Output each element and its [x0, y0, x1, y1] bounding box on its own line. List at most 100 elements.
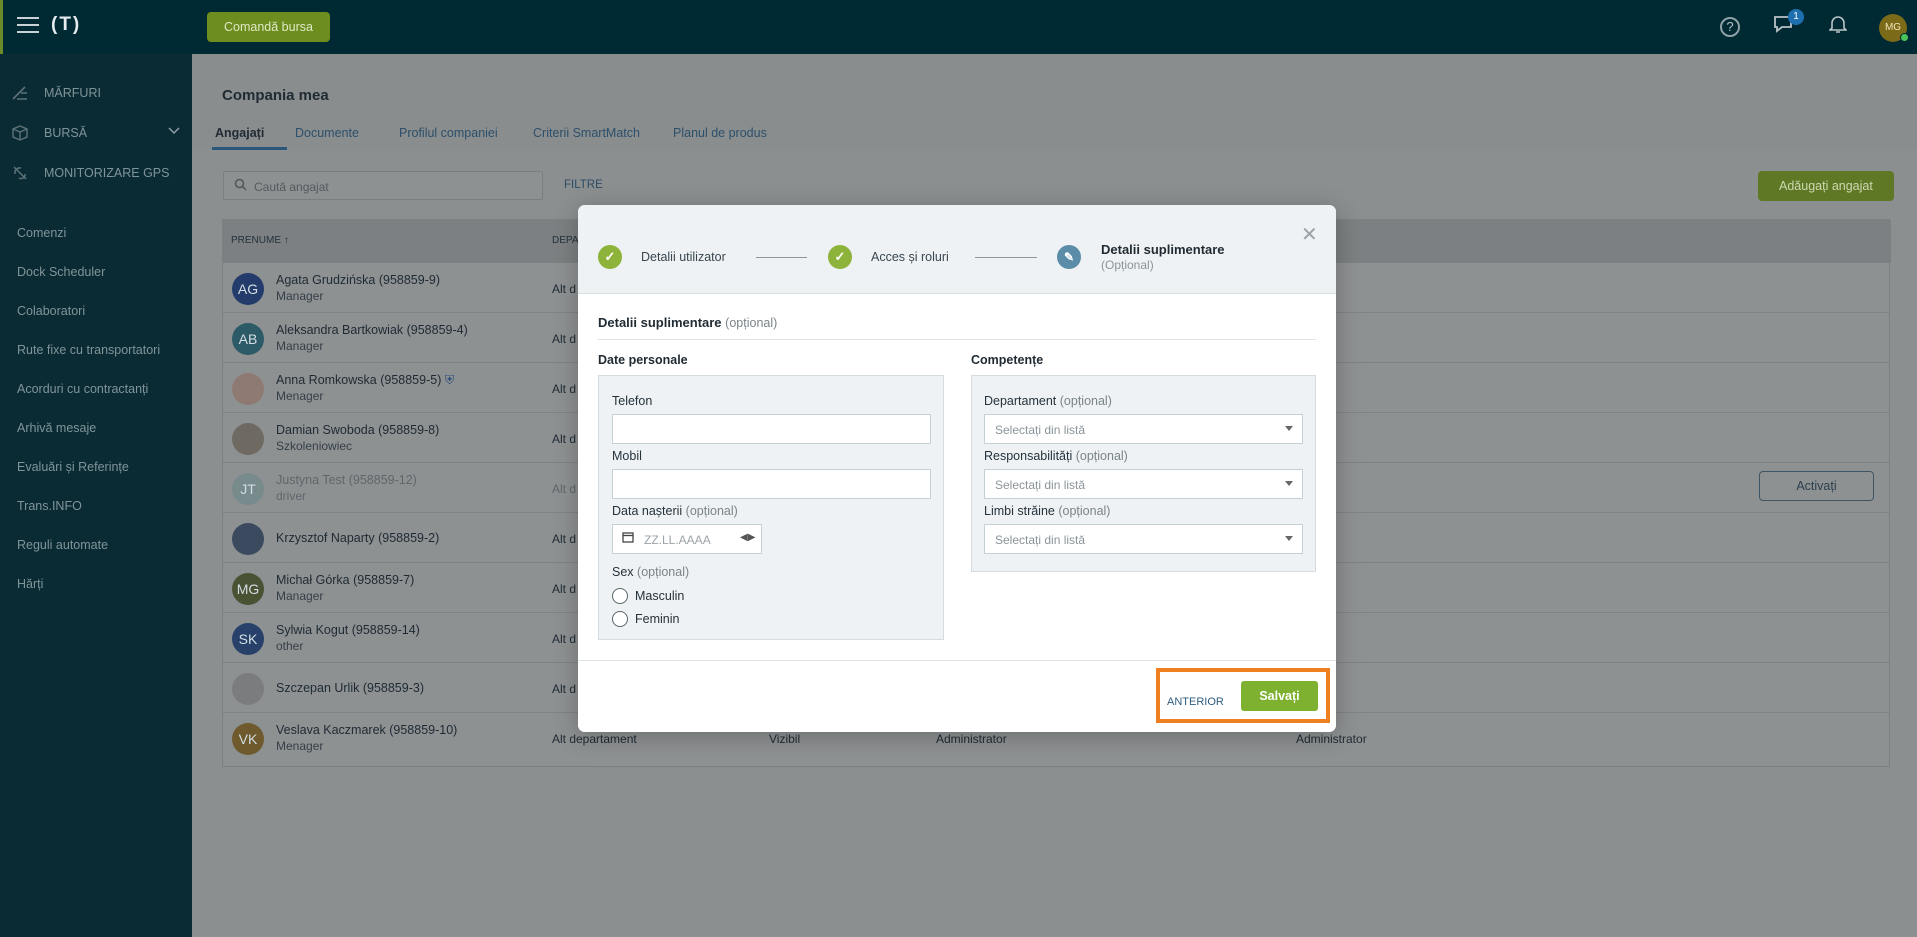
top-bar: (T) Comandă bursa ? 1 MG [0, 0, 1917, 54]
department-cell: Alt d [552, 282, 577, 296]
employee-role: Manager [276, 289, 324, 303]
activate-button[interactable]: Activați [1759, 471, 1874, 501]
avatar [232, 373, 264, 405]
step-optional-note: (Opțional) [1101, 258, 1154, 272]
add-employee-modal: ✓ Detalii utilizator ✓ Acces și roluri ✎… [578, 205, 1336, 732]
close-icon[interactable]: ✕ [1301, 222, 1318, 247]
sidebar-link-automatic-rules[interactable]: Reguli automate [17, 538, 108, 552]
personal-data-panel: Telefon Mobil Data nașterii (opțional) Z… [598, 375, 944, 640]
sidebar-item-cargo[interactable]: MĂRFURI [0, 78, 192, 108]
tab-company-profile[interactable]: Profilul companiei [399, 126, 498, 140]
page-header: Compania mea Angajați Documente Profilul… [192, 54, 1917, 150]
radio-male-label[interactable]: Masculin [635, 589, 684, 603]
search-placeholder: Caută angajat [254, 180, 329, 194]
mobile-label: Mobil [612, 449, 642, 463]
department-cell: Alt d [552, 332, 577, 346]
dropdown-caret-icon [1285, 481, 1293, 486]
employee-name: Veslava Kaczmarek (958859-10) [276, 723, 458, 737]
department-cell: Alt d [552, 482, 577, 496]
step-connector [975, 257, 1037, 258]
department-cell: Alt d [552, 432, 577, 446]
dropdown-caret-icon [1285, 536, 1293, 541]
avatar [232, 523, 264, 555]
sidebar-link-partners[interactable]: Colaboratori [17, 304, 85, 318]
dropdown-caret-icon [1285, 426, 1293, 431]
employee-role: Manager [276, 339, 324, 353]
sidebar-item-exchange[interactable]: BURSĂ [0, 118, 192, 148]
role-cell: Administrator [936, 732, 1007, 746]
exchange-order-button[interactable]: Comandă bursa [207, 12, 330, 42]
employee-role: Szkoleniowiec [276, 439, 353, 453]
mobile-field[interactable] [612, 469, 931, 499]
sidebar-item-label: BURSĂ [44, 126, 88, 140]
previous-button[interactable]: ANTERIOR [1167, 696, 1224, 708]
step-extra-details: Detalii suplimentare [1101, 242, 1225, 257]
employee-role: Menager [276, 389, 324, 403]
check-icon: ✓ [828, 245, 852, 269]
step-user-details[interactable]: Detalii utilizator [641, 250, 726, 264]
notification-count-badge: 1 [1788, 9, 1804, 25]
online-status-dot [1900, 33, 1909, 42]
active-tab-indicator [212, 147, 287, 150]
department-cell: Alt d [552, 582, 577, 596]
skills-title: Competențe [971, 353, 1044, 367]
employee-search-input[interactable]: Caută angajat [223, 171, 543, 200]
department-cell: Alt d [552, 682, 577, 696]
sidebar-link-message-archive[interactable]: Arhivă mesaje [17, 421, 96, 435]
phone-field[interactable] [612, 414, 931, 444]
sidebar-link-fixed-routes[interactable]: Rute fixe cu transportatori [17, 343, 160, 357]
employee-name: Aleksandra Bartkowiak (958859-4) [276, 323, 468, 337]
birth-date-field[interactable]: ZZ.LL.AAAA ◀▶ [612, 524, 762, 554]
filters-button[interactable]: FILTRE [564, 179, 603, 191]
tab-product-plan[interactable]: Planul de produs [673, 126, 767, 140]
tab-smartmatch[interactable]: Criterii SmartMatch [533, 126, 640, 140]
add-employee-button[interactable]: Adăugați angajat [1758, 171, 1894, 201]
employee-name: Szczepan Urlik (958859-3) [276, 681, 424, 695]
bell-icon[interactable] [1825, 14, 1851, 40]
avatar: VK [232, 723, 264, 755]
sidebar-item-gps[interactable]: MONITORIZARE GPS [0, 158, 192, 188]
department-select[interactable]: Selectați din listă [984, 414, 1303, 444]
sidebar-link-ratings[interactable]: Evaluări și Referințe [17, 460, 129, 474]
sidebar-link-agreements[interactable]: Acorduri cu contractanți [17, 382, 148, 396]
section-title: Detalii suplimentare (opțional) [598, 315, 778, 330]
department-label: Departament (opțional) [984, 394, 1112, 408]
page-title: Compania mea [222, 87, 329, 104]
chevron-down-icon[interactable] [168, 124, 180, 138]
step-access-roles[interactable]: Acces și roluri [871, 250, 949, 264]
radio-female[interactable] [612, 611, 628, 627]
avatar: JT [232, 473, 264, 505]
sidebar-link-maps[interactable]: Hărți [17, 577, 43, 591]
help-icon[interactable]: ? [1720, 17, 1740, 37]
app-logo[interactable]: (T) [51, 14, 81, 36]
calendar-icon [622, 531, 634, 546]
languages-select[interactable]: Selectați din listă [984, 524, 1303, 554]
access-cell: Administrator [1296, 732, 1367, 746]
sidebar-link-orders[interactable]: Comenzi [17, 226, 66, 240]
box-icon [11, 124, 29, 142]
department-cell: Alt d [552, 532, 577, 546]
menu-icon[interactable] [17, 17, 39, 35]
column-header-department[interactable]: DEPA [552, 235, 579, 246]
tab-documents[interactable]: Documente [295, 126, 359, 140]
visibility-cell: Vizibil [769, 732, 801, 746]
responsibilities-select[interactable]: Selectați din listă [984, 469, 1303, 499]
radio-female-label[interactable]: Feminin [635, 612, 679, 626]
stepper-arrows-icon[interactable]: ◀▶ [740, 532, 755, 543]
column-header-first-name[interactable]: PRENUME ↑ [231, 235, 289, 246]
radio-male[interactable] [612, 588, 628, 604]
tab-employees[interactable]: Angajați [215, 126, 264, 140]
check-icon: ✓ [598, 245, 622, 269]
avatar: AG [232, 273, 264, 305]
skills-panel: Departament (opțional) Selectați din lis… [971, 375, 1316, 572]
personal-data-title: Date personale [598, 353, 688, 367]
sidebar-link-dock-scheduler[interactable]: Dock Scheduler [17, 265, 105, 279]
employee-name: Agata Grudzińska (958859-9) [276, 273, 440, 287]
avatar [232, 423, 264, 455]
sidebar-link-transinfo[interactable]: Trans.INFO [17, 499, 82, 513]
avatar: SK [232, 623, 264, 655]
avatar [232, 673, 264, 705]
save-button[interactable]: Salvați [1241, 681, 1318, 711]
avatar: AB [232, 323, 264, 355]
employee-name: Damian Swoboda (958859-8) [276, 423, 440, 437]
